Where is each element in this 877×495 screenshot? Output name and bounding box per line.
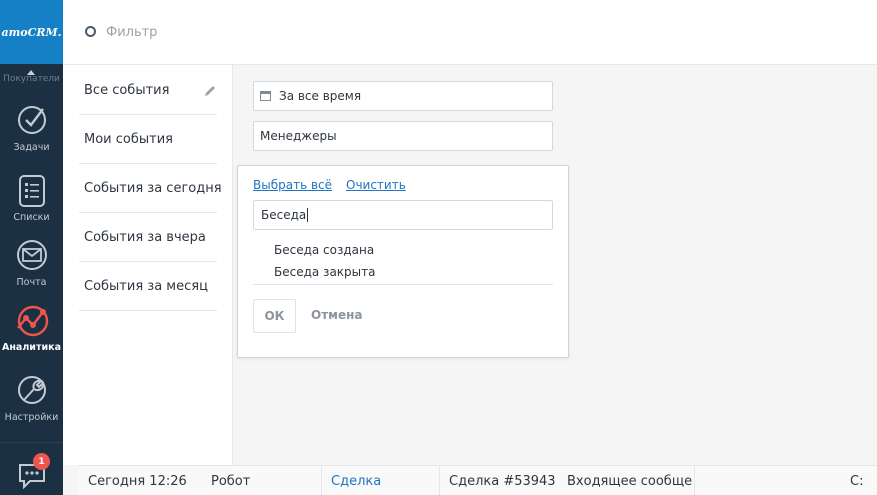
list-icon (19, 175, 45, 207)
calendar-icon (260, 91, 271, 101)
preset-item[interactable]: Мои события (79, 115, 217, 164)
preset-list: Все события Мои события События за сегод… (63, 65, 233, 465)
filter-input[interactable]: Фильтр (106, 25, 157, 40)
preset-label: Мои события (84, 131, 173, 147)
event-type-dropdown: Выбрать всё Очистить Беседа Беседа созда… (237, 165, 569, 358)
search-icon (85, 26, 96, 37)
nav-item-label: Покупатели (3, 74, 60, 84)
filter-panel: За все время Менеджеры Выбрать всё Очист… (234, 65, 877, 465)
preset-item[interactable]: Все события (79, 66, 217, 115)
divider (253, 284, 553, 285)
cancel-button[interactable]: Отмена (311, 308, 363, 322)
dropdown-search-input[interactable]: Беседа (253, 200, 553, 230)
nav-item-analytics[interactable]: Аналитика (0, 298, 63, 368)
dropdown-option[interactable]: Беседа создана (274, 243, 374, 257)
nav-item-label: Аналитика (2, 342, 61, 353)
ok-button[interactable]: ОК (253, 299, 296, 333)
preset-label: События за месяц (84, 278, 208, 294)
chat-button[interactable]: 1 (0, 442, 63, 495)
left-nav: amoCRM. Покупатели Задачи Списки Почта А… (0, 0, 63, 495)
text-caret (307, 208, 309, 222)
table-row[interactable]: Сегодня 12:26 Робот Сделка Сделка #53943… (78, 465, 877, 495)
dropdown-search-value: Беседа (261, 208, 307, 222)
managers-filter[interactable]: Менеджеры (253, 121, 553, 151)
pencil-icon[interactable] (204, 84, 217, 97)
preset-item[interactable]: События за вчера (79, 213, 217, 262)
wrench-icon (18, 376, 46, 404)
filter-bar: Фильтр (63, 0, 877, 65)
clear-link[interactable]: Очистить (346, 178, 406, 192)
nav-item-label: Задачи (13, 142, 50, 153)
event-type: Входящее сообщен (567, 473, 692, 489)
preset-label: События за сегодня (84, 180, 222, 196)
nav-item-lists[interactable]: Списки (0, 168, 63, 238)
mail-icon (17, 240, 47, 270)
analytics-icon (17, 305, 49, 337)
date-filter-value: За все время (279, 89, 362, 103)
dropdown-option[interactable]: Беседа закрыта (274, 265, 375, 279)
preset-item[interactable]: События за сегодня (79, 164, 222, 213)
nav-scroll-up[interactable]: Покупатели (0, 64, 63, 90)
select-all-link[interactable]: Выбрать всё (253, 178, 332, 192)
event-name[interactable]: Сделка #53943 (449, 466, 559, 495)
nav-item-tasks[interactable]: Задачи (0, 98, 63, 168)
preset-label: Все события (84, 82, 170, 98)
date-filter[interactable]: За все время (253, 81, 553, 111)
check-icon (18, 106, 46, 134)
nav-item-label: Списки (13, 212, 50, 223)
event-author: Робот (211, 473, 251, 489)
event-entity-link[interactable]: Сделка (331, 466, 431, 495)
divider (321, 466, 322, 495)
nav-item-settings[interactable]: Настройки (0, 368, 63, 438)
nav-item-label: Настройки (4, 412, 59, 423)
preset-label: События за вчера (84, 229, 206, 245)
logo[interactable]: amoCRM. (0, 0, 63, 64)
nav-item-mail[interactable]: Почта (0, 233, 63, 303)
managers-filter-value: Менеджеры (260, 129, 337, 143)
preset-item[interactable]: События за месяц (79, 262, 217, 311)
event-time: Сегодня 12:26 (88, 473, 187, 489)
event-value: С: (850, 473, 864, 489)
divider (694, 466, 695, 495)
nav-item-label: Почта (16, 277, 47, 288)
divider (439, 466, 440, 495)
chat-badge: 1 (33, 453, 50, 470)
